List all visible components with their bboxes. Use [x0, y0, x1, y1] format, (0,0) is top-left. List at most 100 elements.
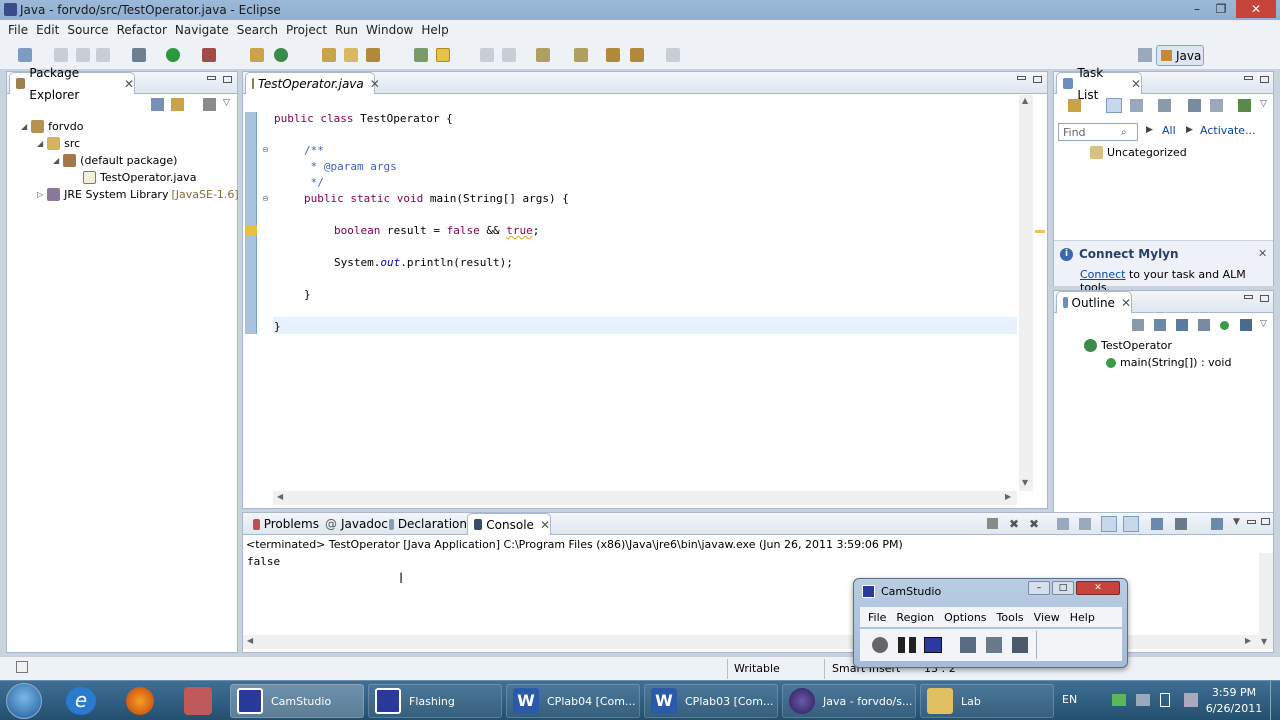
activate-link[interactable]: Activate... [1200, 124, 1256, 137]
record-icon[interactable] [872, 637, 888, 653]
menu-file[interactable]: File [8, 20, 36, 40]
code-line-1[interactable]: public class TestOperator { [274, 112, 453, 125]
fast-view-icon[interactable] [16, 661, 28, 673]
taskbar-item-lab[interactable]: Lab [920, 684, 1054, 718]
run-icon[interactable] [166, 48, 180, 62]
scroll-right-icon[interactable]: ▶ [1005, 492, 1011, 501]
close-icon[interactable]: ✕ [540, 514, 550, 536]
cam-menu-view[interactable]: View [1034, 611, 1070, 624]
remove-launch-icon[interactable]: ✖ [1009, 517, 1019, 531]
tree-item-src[interactable]: ◢ src [37, 135, 80, 152]
tree-item-project[interactable]: ◢ forvdo [21, 118, 84, 135]
camera-icon[interactable] [1012, 637, 1028, 653]
menu-run[interactable]: Run [335, 20, 366, 40]
focus-icon[interactable] [1158, 99, 1171, 112]
menu-edit[interactable]: Edit [36, 20, 67, 40]
all-link[interactable]: All [1162, 124, 1176, 137]
tree-item-default-package[interactable]: ◢ (default package) [53, 152, 177, 169]
maximize-icon[interactable] [1033, 76, 1042, 83]
search-icon[interactable]: ⌕ [1121, 127, 1127, 138]
block-selection-icon[interactable] [480, 48, 494, 62]
menu-search[interactable]: Search [237, 20, 286, 40]
task-category-uncategorized[interactable]: Uncategorized [1090, 144, 1187, 161]
connect-link[interactable]: Connect [1080, 268, 1125, 281]
forward-icon[interactable] [666, 48, 680, 62]
search-icon[interactable] [366, 48, 380, 62]
taskbar-item-cplab04[interactable]: W CPlab04 [Com... [506, 684, 640, 718]
console-vertical-scrollbar[interactable] [1259, 553, 1273, 649]
stop-icon[interactable] [924, 637, 942, 653]
minimize-icon[interactable] [1244, 76, 1253, 80]
menu-project[interactable]: Project [286, 20, 335, 40]
new-task-icon[interactable] [1068, 99, 1081, 112]
toggle-mark-occurrences-icon[interactable] [414, 48, 428, 62]
scroll-down-icon[interactable]: ▼ [1261, 637, 1267, 646]
last-edit-icon[interactable] [606, 48, 620, 62]
battery-icon[interactable] [1160, 693, 1170, 707]
menu-source[interactable]: Source [67, 20, 116, 40]
tab-javadoc[interactable]: @ Javadoc [319, 513, 388, 535]
tree-item-jre-library[interactable]: ▷ JRE System Library [JavaSE-1.6] [37, 186, 239, 203]
open-console-icon[interactable] [1151, 518, 1163, 530]
collapse-all-icon[interactable] [1210, 99, 1223, 112]
cam-menu-region[interactable]: Region [896, 611, 944, 624]
show-whitespace-icon[interactable] [502, 48, 516, 62]
internet-explorer-icon[interactable]: e [66, 687, 96, 715]
fold-icon[interactable]: ⊖ [262, 194, 269, 203]
new-java-project-icon[interactable] [250, 48, 264, 62]
vertical-scrollbar[interactable] [1019, 95, 1033, 491]
save-all-icon[interactable] [76, 48, 90, 62]
tree-item-java-file[interactable]: TestOperator.java [83, 169, 196, 186]
start-button[interactable] [6, 683, 42, 719]
display-console-icon[interactable] [1175, 518, 1187, 530]
tab-package-explorer[interactable]: Package Explorer ✕ [9, 66, 135, 102]
new-icon[interactable] [18, 48, 32, 62]
pinned-app-icon[interactable] [184, 687, 212, 715]
new-class-icon[interactable] [274, 48, 288, 62]
scroll-right-icon[interactable]: ▶ [1245, 636, 1251, 645]
view-menu-icon[interactable] [203, 98, 216, 111]
code-line-6[interactable]: boolean result = false && true; [334, 224, 539, 237]
minimize-icon[interactable] [1247, 520, 1256, 524]
code-line-9[interactable]: } [274, 320, 281, 333]
clock[interactable]: 3:59 PM 6/26/2011 [1204, 685, 1264, 717]
menu-refactor[interactable]: Refactor [117, 20, 175, 40]
toggle-highlight-icon[interactable] [436, 48, 450, 62]
print-icon[interactable] [96, 48, 110, 62]
code-line-7[interactable]: System.out.println(result); [334, 256, 513, 269]
hide-nonpublic-icon[interactable] [1220, 321, 1229, 330]
taskbar-item-cplab03[interactable]: W CPlab03 [Com... [644, 684, 778, 718]
remove-all-icon[interactable]: ✖ [1029, 517, 1039, 531]
clear-console-icon[interactable] [1057, 518, 1069, 530]
fold-icon[interactable]: ⊖ [262, 145, 269, 154]
java-perspective-button[interactable]: Java [1156, 45, 1204, 66]
options-icon[interactable] [960, 637, 976, 653]
tab-outline[interactable]: Outline ✕ [1056, 291, 1132, 313]
tab-task-list[interactable]: Task List ✕ [1056, 66, 1142, 102]
scroll-up-icon[interactable]: ▲ [1022, 96, 1028, 105]
warning-icon[interactable] [245, 225, 257, 235]
scheduled-icon[interactable] [1130, 99, 1143, 112]
overview-warning-marker[interactable] [1035, 230, 1045, 233]
hide-local-types-icon[interactable] [1240, 319, 1252, 331]
sort-icon[interactable] [1154, 319, 1166, 331]
open-perspective-icon[interactable] [1138, 48, 1152, 62]
maximize-icon[interactable] [1260, 295, 1269, 302]
previous-annotation-icon[interactable] [574, 48, 588, 62]
tab-testoperator-java[interactable]: TestOperator.java ✕ [245, 72, 380, 94]
next-annotation-icon[interactable] [536, 48, 550, 62]
hide-fields-icon[interactable] [1176, 319, 1188, 331]
cam-menu-help[interactable]: Help [1070, 611, 1095, 624]
menu-help[interactable]: Help [421, 20, 456, 40]
close-icon[interactable]: ✕ [1258, 247, 1267, 260]
pause-icon[interactable] [898, 637, 916, 653]
horizontal-scrollbar[interactable] [273, 491, 1017, 505]
save-icon[interactable] [54, 48, 68, 62]
code-line-5[interactable]: public static void main(String[] args) { [304, 192, 569, 205]
close-icon[interactable]: ✕ [1131, 73, 1141, 95]
tray-icon[interactable] [1112, 694, 1126, 706]
taskbar-item-camstudio[interactable]: CamStudio [230, 684, 364, 718]
tab-problems[interactable]: Problems [247, 513, 319, 535]
back-icon[interactable] [630, 48, 644, 62]
chevron-down-icon[interactable]: ▽ [1260, 99, 1267, 109]
